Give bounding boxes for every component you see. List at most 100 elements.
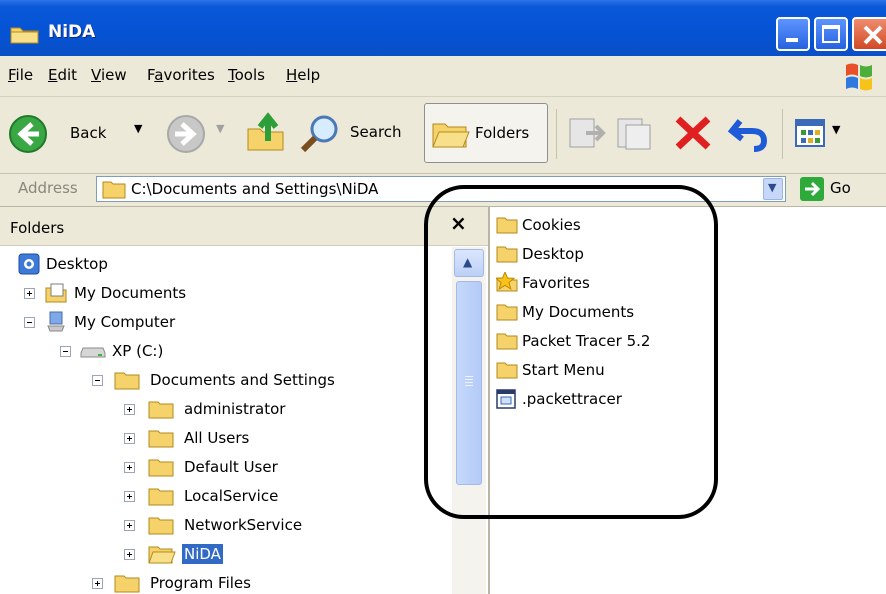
file-item-label: Desktop xyxy=(522,245,584,263)
toolbar: Back ▼ ▼ Search Folders ▼ xyxy=(0,97,886,174)
minimize-button[interactable] xyxy=(776,17,810,51)
folders-label: Folders xyxy=(475,124,530,142)
collapse-icon[interactable] xyxy=(60,346,71,357)
address-bar: Address C:\Documents and Settings\NiDA ▼… xyxy=(0,174,886,207)
folder-icon xyxy=(496,333,518,350)
forward-dropdown-icon[interactable]: ▼ xyxy=(216,122,224,135)
collapse-icon[interactable] xyxy=(24,317,35,328)
folder-icon xyxy=(148,430,174,448)
chevron-down-icon: ▼ xyxy=(768,181,777,194)
forward-arrow-icon xyxy=(167,115,205,153)
back-arrow-icon xyxy=(9,115,47,153)
folder-icon xyxy=(148,401,174,419)
folders-pane-header: Folders × xyxy=(0,207,488,246)
expand-icon[interactable] xyxy=(124,433,135,444)
views-button[interactable]: ▼ xyxy=(792,113,852,153)
address-value: C:\Documents and Settings\NiDA xyxy=(131,180,379,198)
title-bar: NiDA xyxy=(0,0,886,56)
file-item-label: .packettracer xyxy=(522,390,622,408)
close-button[interactable] xyxy=(852,17,886,51)
expand-icon[interactable] xyxy=(124,491,135,502)
file-item-label: Packet Tracer 5.2 xyxy=(522,332,651,350)
copy-to-icon[interactable] xyxy=(614,113,656,153)
menu-tools[interactable]: Tools xyxy=(228,66,265,84)
expand-icon[interactable] xyxy=(124,404,135,415)
search-icon xyxy=(300,115,338,153)
folder-icon xyxy=(496,362,518,379)
folder-icon xyxy=(148,488,174,506)
tree-item-label: My Computer xyxy=(74,313,176,331)
back-button[interactable]: Back ▼ xyxy=(6,111,154,157)
address-dropdown-button[interactable]: ▼ xyxy=(763,178,783,200)
close-pane-icon[interactable]: × xyxy=(450,211,467,235)
folder-icon xyxy=(102,181,126,199)
menu-help[interactable]: Help xyxy=(286,66,320,84)
collapse-icon[interactable] xyxy=(92,375,103,386)
tree-item-label: administrator xyxy=(184,400,286,418)
forward-button[interactable]: ▼ xyxy=(166,111,236,157)
menu-favorites[interactable]: Favorites xyxy=(147,66,215,84)
my-documents-icon xyxy=(45,283,67,303)
menu-bar: File Edit View Favorites Tools Help xyxy=(0,56,886,97)
scrollbar-thumb[interactable] xyxy=(456,281,482,485)
go-button[interactable] xyxy=(800,177,824,201)
close-icon xyxy=(863,25,883,45)
back-label: Back xyxy=(70,124,107,142)
file-icon xyxy=(496,389,516,409)
tree-item-label: NiDA xyxy=(182,544,223,564)
search-label: Search xyxy=(350,123,402,141)
delete-icon[interactable] xyxy=(672,113,714,153)
folders-pane: Folders × Desktop My Documents My Comput… xyxy=(0,207,490,594)
views-icon xyxy=(795,119,825,147)
my-computer-icon xyxy=(47,311,65,332)
folder-icon xyxy=(496,217,518,234)
favorites-star-icon xyxy=(496,272,518,292)
open-folder-icon xyxy=(148,546,176,564)
folder-icon xyxy=(114,372,140,390)
folder-icon xyxy=(10,27,39,44)
folders-button[interactable]: Folders xyxy=(424,103,548,163)
menu-edit[interactable]: Edit xyxy=(48,66,77,84)
address-input[interactable]: C:\Documents and Settings\NiDA ▼ xyxy=(96,176,786,202)
file-item-label: Favorites xyxy=(522,274,590,292)
folders-scrollbar[interactable]: ▲ xyxy=(452,247,486,594)
folder-icon xyxy=(496,246,518,263)
move-to-icon[interactable] xyxy=(566,113,608,153)
windows-logo-icon xyxy=(846,63,872,91)
search-button[interactable]: Search xyxy=(294,109,414,159)
go-label[interactable]: Go xyxy=(830,179,851,197)
tree-item-label: My Documents xyxy=(74,284,187,302)
views-dropdown-icon[interactable]: ▼ xyxy=(832,123,840,136)
content-pane: Cookies Desktop Favorites My Documents P… xyxy=(490,207,886,594)
expand-icon[interactable] xyxy=(124,549,135,560)
folder-icon xyxy=(496,304,518,321)
go-arrow-icon xyxy=(805,181,821,197)
chevron-up-icon: ▲ xyxy=(463,255,473,269)
file-item-label: Cookies xyxy=(522,216,581,234)
folder-icon xyxy=(148,459,174,477)
address-label: Address xyxy=(18,179,78,197)
maximize-button[interactable] xyxy=(814,17,848,51)
file-item-label: Start Menu xyxy=(522,361,605,379)
expand-icon[interactable] xyxy=(24,288,35,299)
scroll-up-button[interactable]: ▲ xyxy=(454,249,484,277)
up-folder-icon[interactable] xyxy=(244,111,288,155)
tree-item-label: Desktop xyxy=(46,255,108,273)
folders-pane-title: Folders xyxy=(10,219,65,237)
expand-icon[interactable] xyxy=(92,578,103,589)
tree-item-label: Documents and Settings xyxy=(150,371,335,389)
expand-icon[interactable] xyxy=(124,520,135,531)
expand-icon[interactable] xyxy=(124,462,135,473)
desktop-icon xyxy=(18,253,40,275)
folder-tree: Desktop My Documents My Computer XP (C:)… xyxy=(0,247,452,594)
folders-icon xyxy=(432,123,470,148)
folder-icon xyxy=(148,517,174,535)
menu-file[interactable]: File xyxy=(8,66,33,84)
window-title: NiDA xyxy=(48,22,96,42)
tree-item-label: NetworkService xyxy=(184,516,303,534)
undo-icon[interactable] xyxy=(728,113,770,153)
tree-item-label: XP (C:) xyxy=(112,342,164,360)
menu-view[interactable]: View xyxy=(91,66,127,84)
drive-icon xyxy=(80,347,106,358)
back-dropdown-icon[interactable]: ▼ xyxy=(134,122,142,135)
